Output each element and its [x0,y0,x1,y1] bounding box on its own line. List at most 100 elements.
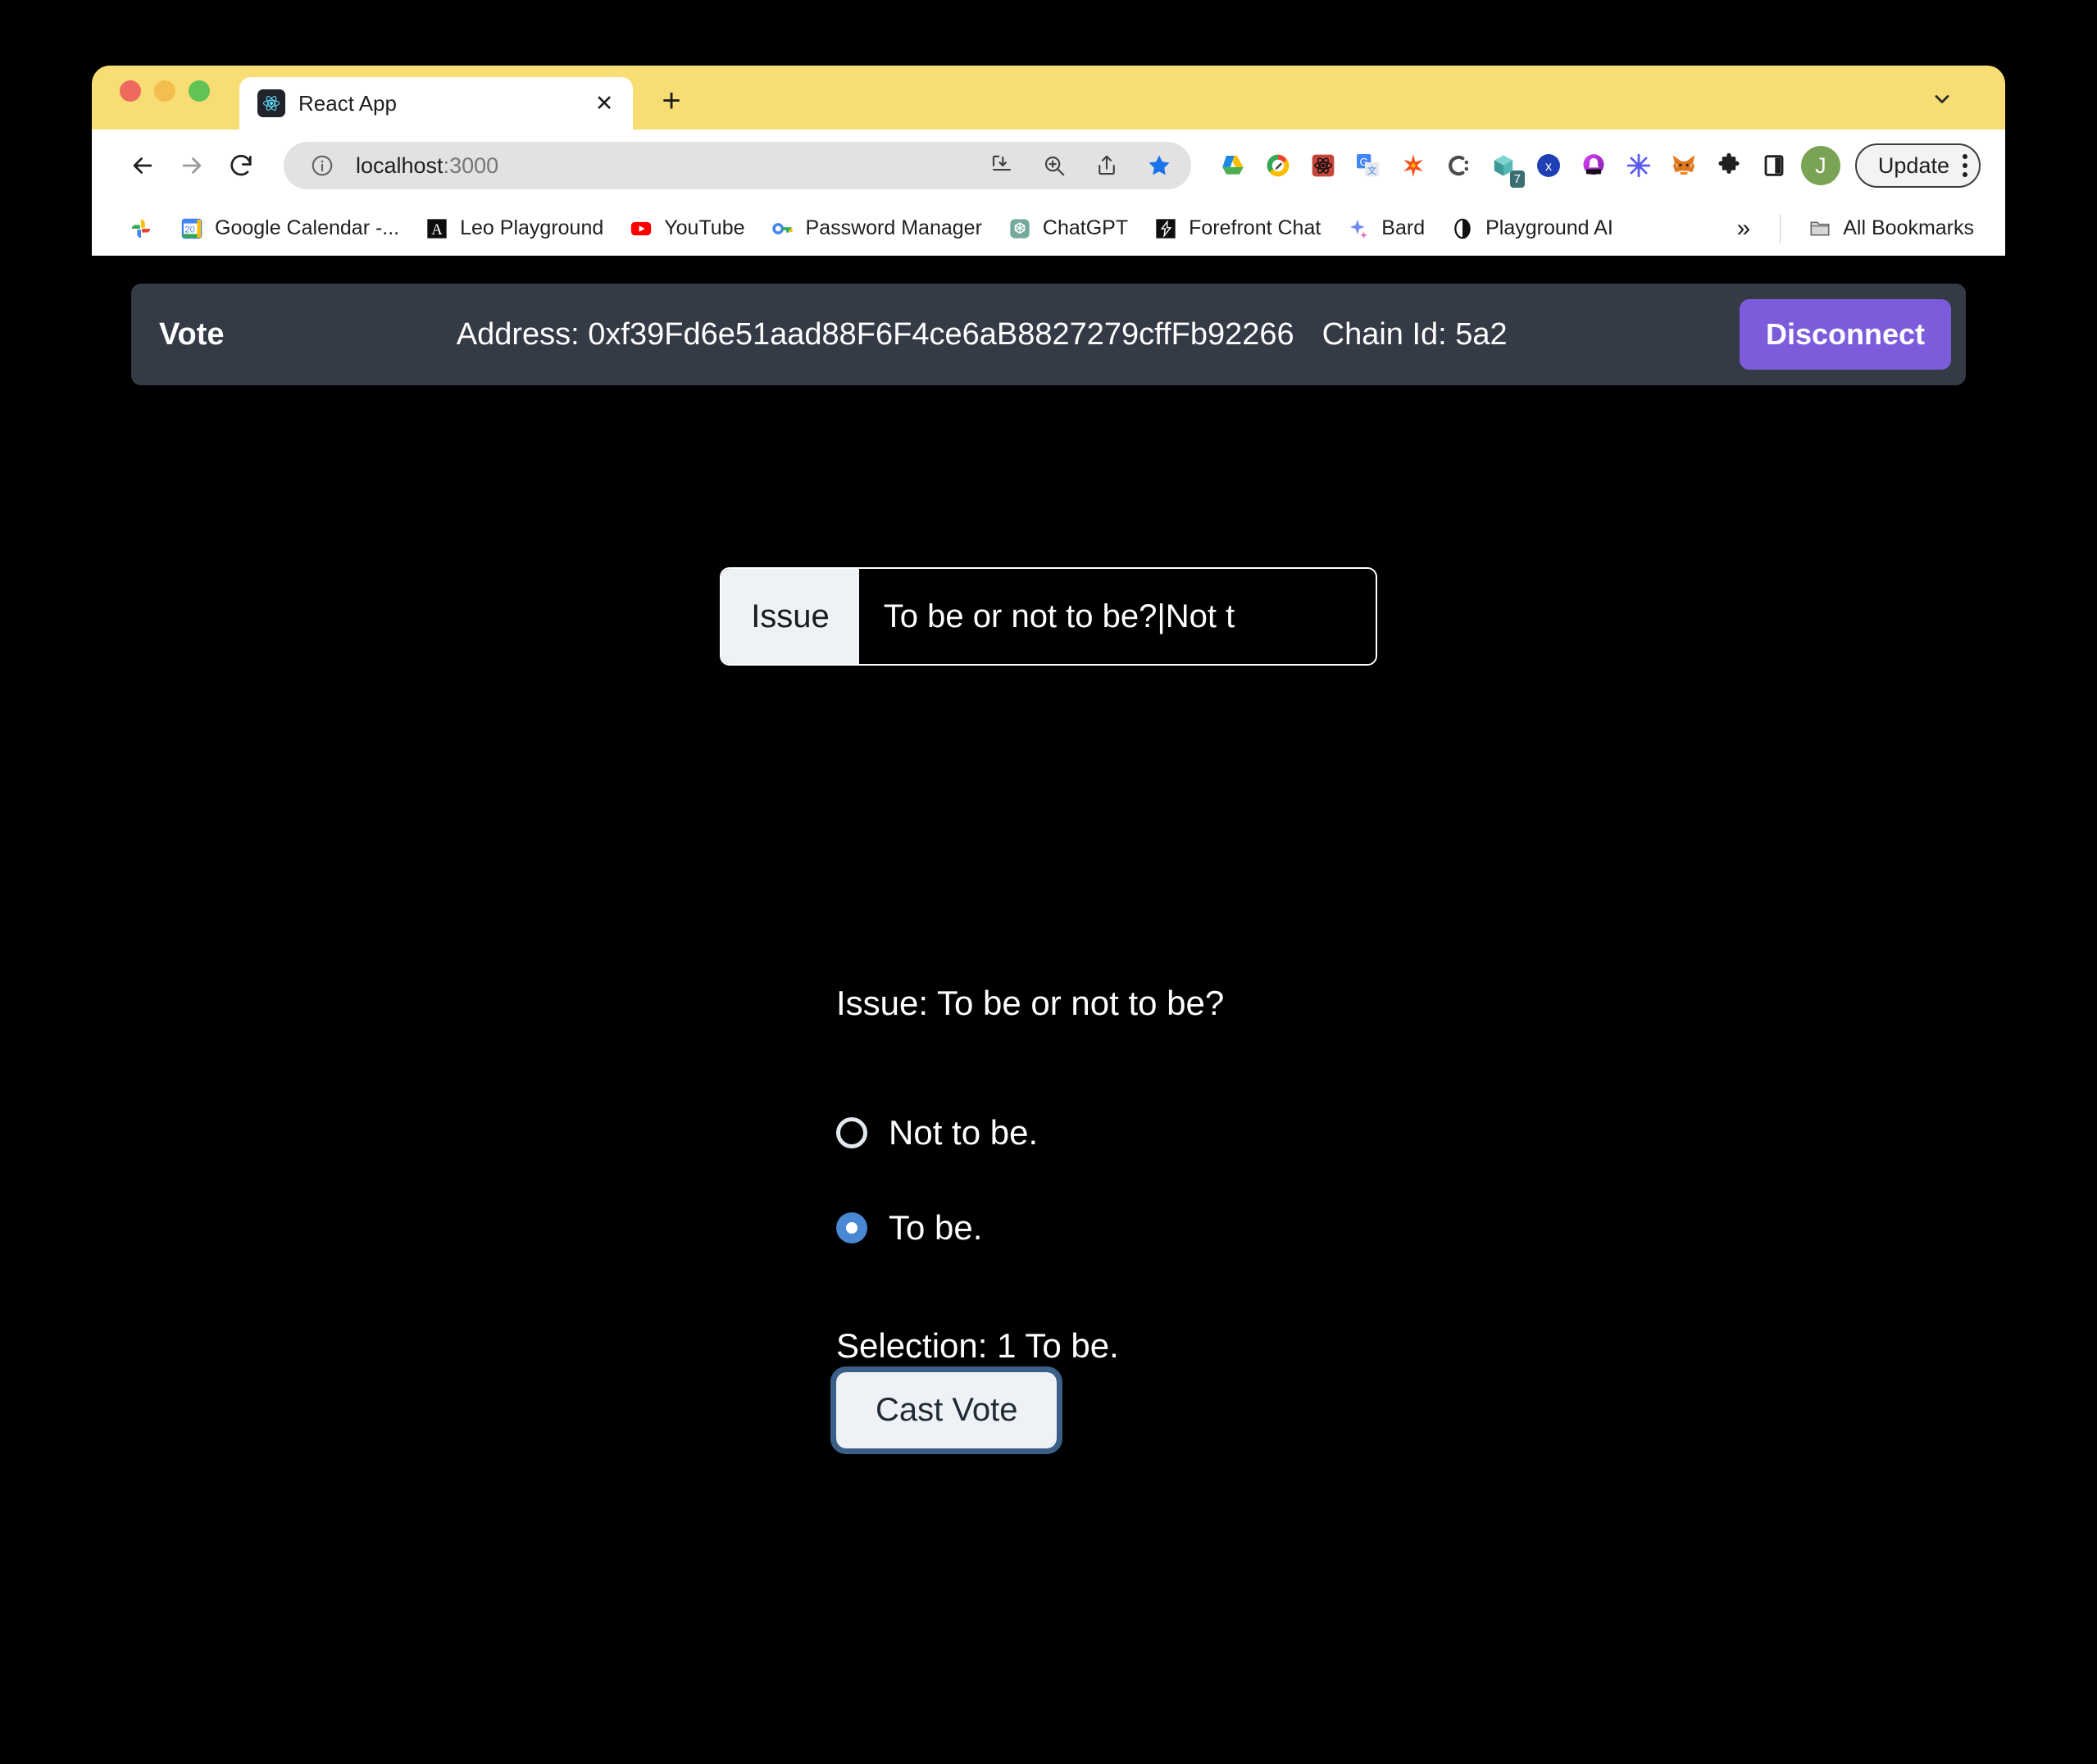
share-icon[interactable] [1088,147,1126,184]
c-colon-icon[interactable] [1440,147,1477,184]
password-key-icon [770,216,796,242]
reload-icon[interactable] [218,143,264,189]
svg-text:A: A [431,221,443,239]
browser-tab-react-app[interactable]: React App ✕ [239,77,633,130]
folder-icon [1807,216,1833,242]
svg-text:x: x [1545,160,1552,174]
all-bookmarks-button[interactable]: All Bookmarks [1797,211,1984,247]
x-blue-circle-icon[interactable]: x [1530,147,1567,184]
back-arrow-icon[interactable] [120,143,166,189]
google-calendar-icon: 20 [179,216,205,242]
cast-vote-button[interactable]: Cast Vote [830,1366,1063,1454]
wallet-info: Address: 0xf39Fd6e51aad88F6F4ce6aB882727… [225,317,1740,352]
info-circle-icon[interactable] [303,147,341,184]
close-window-button[interactable] [120,80,141,102]
bard-sparkle-icon [1345,216,1371,242]
bookmark-label: Bard [1381,216,1426,239]
plus-icon[interactable]: + [654,84,689,118]
google-photos-icon [128,216,154,242]
asterisk-burst-icon[interactable] [1620,147,1658,184]
chain-id: Chain Id: 5a2 [1321,316,1508,352]
update-button[interactable]: Update [1854,143,1981,188]
google-translate-icon[interactable]: G文 [1349,147,1387,184]
vote-option-label: To be. [889,1208,983,1247]
all-bookmarks-label: All Bookmarks [1843,216,1974,239]
app-navbar: Vote Address: 0xf39Fd6e51aad88F6F4ce6aB8… [131,284,1966,385]
bookmark-youtube[interactable]: YouTube [618,211,754,247]
tab-strip: React App ✕ + [92,66,2005,130]
chevron-down-icon[interactable] [1928,85,1956,113]
maximize-window-button[interactable] [189,80,210,102]
bookmark-playground-ai[interactable]: Playground AI [1440,211,1623,247]
extension-icons: G文 7 x [1206,147,1793,188]
bookmarks-divider [1780,213,1781,243]
bookmark-forefront-chat[interactable]: Forefront Chat [1143,211,1331,247]
bookmark-star-icon[interactable] [1140,147,1178,184]
extension-badge-count: 7 [1509,170,1525,188]
zoom-search-icon[interactable] [1035,147,1073,184]
update-label: Update [1877,152,1949,178]
bookmark-bard[interactable]: Bard [1335,211,1435,247]
url-text: localhost:3000 [356,153,498,179]
bookmark-google-calendar[interactable]: 20 Google Calendar -... [169,211,409,247]
browser-toolbar: localhost:3000 G 文 7 x J Update [92,130,2005,202]
radio-checked-icon[interactable] [836,1212,867,1243]
wallet-address: Address: 0xf39Fd6e51aad88F6F4ce6aB882727… [456,316,1294,352]
issue-input-group: Issue [720,567,1377,666]
radio-unchecked-icon[interactable] [836,1117,867,1148]
install-download-icon[interactable] [983,147,1021,184]
web-page-content: Vote Address: 0xf39Fd6e51aad88F6F4ce6aB8… [92,256,2005,1672]
forefront-chat-icon [1153,216,1179,242]
google-drive-icon[interactable] [1214,147,1252,184]
side-panel-icon[interactable] [1755,147,1793,184]
issue-heading: Issue: To be or not to be? [836,984,1225,1022]
svg-text:20: 20 [185,225,195,234]
bookmark-chatgpt[interactable]: ChatGPT [997,211,1138,247]
address-bar[interactable]: localhost:3000 [284,142,1191,189]
url-port: :3000 [443,152,499,178]
vote-option-not-to-be[interactable]: Not to be. [836,1113,1038,1153]
issue-input-label: Issue [721,569,859,664]
bookmarks-overflow-button[interactable]: » [1724,215,1764,243]
leo-playground-icon: A [424,216,450,242]
bookmarks-bar: 20 Google Calendar -... A Leo Playground… [92,202,2005,256]
bookmark-label: Password Manager [805,216,982,239]
tab-title: React App [298,90,397,116]
issue-input[interactable] [858,569,1376,664]
bookmark-label: Google Calendar -... [215,216,400,239]
app-brand: Vote [159,316,225,352]
vote-options-group: Not to be. To be. [836,1113,1038,1248]
disconnect-button[interactable]: Disconnect [1739,299,1951,370]
playground-ai-icon [1449,216,1476,242]
bookmark-label: Playground AI [1485,216,1613,239]
close-icon[interactable]: ✕ [592,91,616,116]
selection-status: Selection: 1 To be. [836,1326,1119,1365]
bookmark-leo-playground[interactable]: A Leo Playground [414,211,613,247]
bookmark-label: Forefront Chat [1189,216,1321,239]
bookmark-google-photos[interactable] [118,211,164,247]
bookmark-label: ChatGPT [1042,216,1129,239]
react-devtools-icon[interactable] [1304,147,1342,184]
vote-option-label: Not to be. [889,1113,1039,1152]
avatar[interactable]: J [1800,146,1840,185]
bookmark-label: Leo Playground [460,216,604,239]
svg-text:文: 文 [1367,165,1377,176]
url-host: localhost [356,152,444,178]
kebab-menu-icon[interactable] [1963,154,1967,177]
bookmark-label: YouTube [664,216,745,239]
app-body: Issue Issue: To be or not to be? Not to … [131,385,1966,1454]
browser-window: React App ✕ + localhost:3000 G 文 7 x J U… [92,66,2005,1672]
extensions-puzzle-icon[interactable] [1710,147,1748,184]
avatar-initial: J [1815,152,1826,178]
react-logo-icon [257,89,285,117]
bookmark-password-manager[interactable]: Password Manager [760,211,992,247]
google-docs-pen-icon[interactable] [1259,147,1297,184]
forward-arrow-icon[interactable] [169,143,215,189]
minimize-window-button[interactable] [154,80,175,102]
sparkle-star-icon[interactable] [1394,147,1432,184]
vote-option-to-be[interactable]: To be. [836,1208,1038,1248]
cube-box-icon[interactable]: 7 [1485,147,1525,188]
window-controls [120,66,210,130]
metamask-fox-icon[interactable] [1665,147,1703,184]
notification-bell-icon[interactable] [1575,147,1613,184]
